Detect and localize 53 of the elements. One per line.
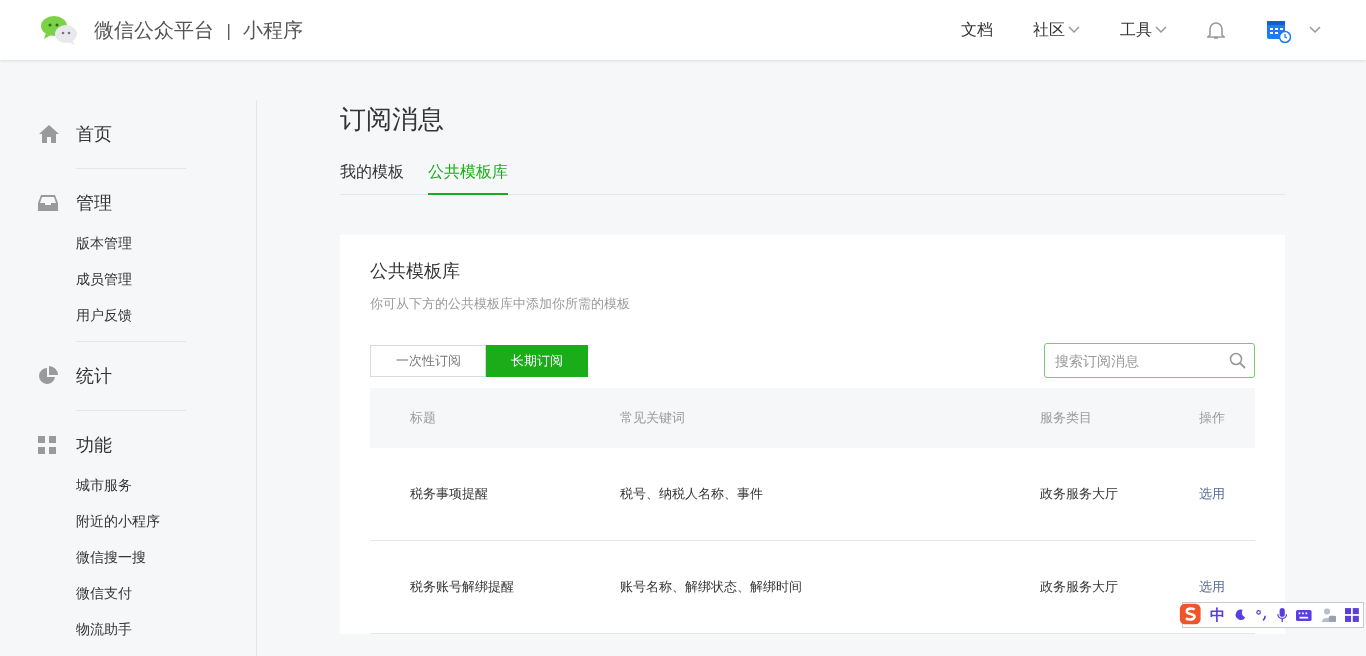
card-description: 你可从下方的公共模板库中添加你所需的模板 (370, 295, 631, 313)
search-field[interactable]: 搜索订阅消息 (1044, 343, 1255, 378)
sidebar-item[interactable]: 附近的小程序 (76, 503, 256, 539)
sidebar-item[interactable]: 用户反馈 (76, 297, 256, 333)
sidebar-item[interactable]: 微信搜一搜 (76, 539, 256, 575)
punctuation-icon[interactable] (1255, 608, 1268, 622)
grid-menu-icon[interactable] (1345, 607, 1359, 623)
column-header: 操作 (1199, 409, 1226, 427)
search-icon[interactable] (1229, 352, 1246, 369)
sidebar-item[interactable]: 物流助手 (76, 611, 256, 647)
sidebar-section[interactable]: 管理 (76, 191, 112, 215)
sidebar-item[interactable]: 成员管理 (76, 261, 256, 297)
table-cell-text: 政务服务大厅 (1040, 485, 1119, 503)
nav-dropdown[interactable]: 工具 (1120, 19, 1167, 41)
bell-icon[interactable] (1207, 20, 1225, 40)
select-link[interactable]: 选用 (1199, 578, 1255, 596)
table-cell-text: 税号、纳税人名称、事件 (620, 485, 764, 503)
brand-separator: | (226, 20, 232, 40)
sidebar-section[interactable]: 首页 (76, 122, 112, 146)
chevron-down-icon (1309, 26, 1321, 34)
page-title: 订阅消息 (340, 103, 445, 136)
column-header: 服务类目 (1040, 409, 1093, 427)
table-cell-text: 政务服务大厅 (1040, 578, 1119, 596)
brand-name[interactable]: 微信公众平台 (94, 16, 214, 44)
microphone-icon[interactable] (1276, 607, 1288, 623)
sidebar-section[interactable]: 统计 (76, 364, 112, 388)
table-cell-text: 税务账号解绑提醒 (410, 578, 515, 596)
person-icon[interactable] (1320, 607, 1337, 623)
home-icon (38, 124, 60, 144)
card-title: 公共模板库 (370, 259, 461, 283)
chat-bubbles-logo-icon (40, 15, 78, 45)
sidebar-section[interactable]: 功能 (76, 433, 112, 457)
table-cell-text: 账号名称、解绑状态、解绑时间 (620, 578, 803, 596)
sidebar-item[interactable]: 城市服务 (76, 467, 256, 503)
moon-icon[interactable] (1234, 608, 1247, 622)
tab[interactable]: 我的模板 (340, 156, 404, 195)
nav-link[interactable]: 文档 (961, 19, 993, 41)
grid-icon (38, 436, 56, 454)
segment-button[interactable]: 一次性订阅 (370, 344, 486, 377)
input-mode-toggle[interactable]: 中 (1210, 605, 1226, 625)
nav-dropdown[interactable]: 社区 (1033, 19, 1080, 41)
column-header: 常见关键词 (620, 409, 686, 427)
keyboard-icon[interactable] (1296, 608, 1312, 622)
tray-icon (38, 194, 58, 212)
table-cell-text: 税务事项提醒 (410, 485, 489, 503)
sidebar-item[interactable]: 微信支付 (76, 575, 256, 611)
column-header: 标题 (410, 409, 437, 427)
chevron-down-icon (1068, 26, 1080, 34)
chevron-down-icon (1155, 26, 1167, 34)
product-name: 小程序 (243, 16, 304, 44)
select-link[interactable]: 选用 (1199, 485, 1255, 503)
pie-chart-icon (38, 366, 58, 386)
sidebar-item[interactable]: 版本管理 (76, 225, 256, 261)
